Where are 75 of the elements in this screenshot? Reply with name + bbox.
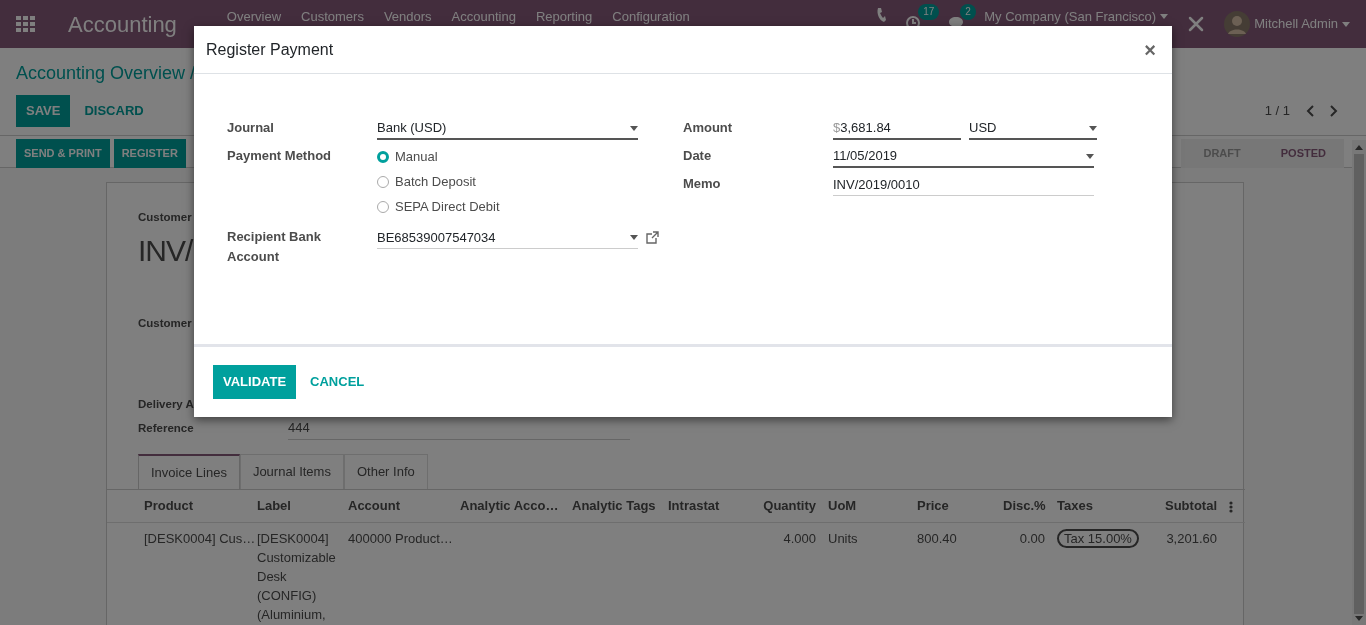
column-header[interactable]: Price	[911, 489, 997, 522]
column-header[interactable]: Analytic Tags	[566, 489, 662, 522]
notification-badge: 17	[918, 4, 940, 20]
dropdown-field[interactable]: BE68539007547034	[377, 227, 638, 249]
text-field[interactable]: INV/2019/0010	[833, 174, 1094, 196]
column-header[interactable]: Analytic Acco…	[454, 489, 566, 522]
tax-tag: Tax 15.00%	[1057, 528, 1139, 548]
cancel-button[interactable]: CANCEL	[300, 366, 375, 398]
caret-icon	[1089, 125, 1097, 131]
menu-item[interactable]: Configuration	[612, 7, 690, 27]
column-header[interactable]: UoM	[822, 489, 911, 522]
status-step[interactable]: POSTED	[1258, 139, 1344, 168]
menu-item[interactable]: Overview	[226, 7, 282, 27]
app-title: Accounting	[68, 10, 177, 39]
tab[interactable]: Invoice Lines	[138, 453, 240, 489]
table-cell: 0.00	[1019, 530, 1045, 546]
dropdown-field[interactable]: 11/05/2019	[833, 146, 1094, 168]
column-header[interactable]: Taxes	[1051, 489, 1151, 522]
table-cell: 4.000	[783, 530, 816, 546]
table-cell: [DESK0004] Customizable Desk (CONFIG) (Aluminium,	[257, 530, 336, 622]
field-label: Journal	[227, 119, 275, 137]
apps-menu-icon[interactable]	[16, 16, 35, 32]
more-options-icon[interactable]	[1229, 500, 1233, 513]
field-label: Date	[683, 147, 713, 165]
action-button[interactable]: SEND & PRINT	[16, 139, 110, 168]
menu-item[interactable]: Customers	[301, 7, 364, 27]
field-label: Memo	[683, 175, 722, 193]
external-link-icon[interactable]	[646, 231, 659, 244]
avatar-icon	[1224, 11, 1251, 37]
tab[interactable]: Other Info	[343, 453, 428, 489]
invoice-title: INV/	[138, 232, 193, 269]
column-header[interactable]: Label	[251, 489, 342, 522]
column-header[interactable]: Intrastat	[662, 489, 746, 522]
action-button[interactable]: REGISTER	[113, 139, 186, 168]
column-header[interactable]: Account	[342, 489, 454, 522]
validate-button[interactable]: VALIDATE	[213, 365, 297, 399]
menu-item[interactable]: Vendors	[383, 7, 432, 27]
field-label: Customer	[138, 210, 192, 225]
save-button[interactable]: SAVE	[16, 95, 71, 127]
next-icon[interactable]	[1330, 104, 1338, 117]
field-label: Payment Method	[227, 147, 332, 165]
caret-icon	[1342, 21, 1350, 27]
amount-field[interactable]: $3,681.84	[833, 118, 961, 140]
currency-dropdown[interactable]: USD	[969, 118, 1097, 140]
table-cell: [DESK0004] Cus…	[144, 530, 256, 546]
phone-icon[interactable]	[876, 8, 887, 22]
discard-button[interactable]: DISCARD	[74, 95, 154, 127]
user-menu[interactable]: Mitchell Admin	[1224, 11, 1350, 37]
pager-value: 1 / 1	[1264, 102, 1290, 120]
table-cell: 400000 Product…	[348, 530, 453, 546]
previous-icon[interactable]	[1306, 104, 1314, 117]
close-button[interactable]: ×	[1140, 39, 1160, 60]
caret-icon	[630, 125, 638, 131]
column-header[interactable]: Subtotal	[1151, 489, 1223, 522]
column-header[interactable]: Quantity	[746, 489, 822, 522]
menu-item[interactable]: Reporting	[535, 7, 593, 27]
notification-badge: 2	[960, 4, 976, 20]
menu-item[interactable]: Accounting	[451, 7, 516, 27]
tab[interactable]: Journal Items	[239, 453, 344, 489]
table-cell: 800.40	[917, 530, 957, 546]
table-cell: Units	[828, 530, 858, 546]
dropdown-field[interactable]: Bank (USD)	[377, 118, 638, 140]
company-switcher[interactable]: My Company (San Francisco)	[984, 7, 1169, 27]
field-label: Reference	[138, 421, 194, 434]
caret-icon	[630, 235, 638, 240]
caret-icon	[1160, 14, 1169, 20]
field-label: Amount	[683, 119, 734, 137]
table-cell: 3,201.60	[1166, 530, 1217, 546]
field-label: Delivery A	[138, 397, 194, 410]
field-label: Customer	[138, 316, 192, 329]
column-header[interactable]: Product	[107, 489, 251, 522]
caret-icon	[1086, 153, 1094, 159]
column-header[interactable]: Disc.%	[997, 489, 1051, 522]
field-label: Recipient Bank Account	[227, 228, 322, 266]
dialog-title: Register Payment	[206, 39, 334, 60]
